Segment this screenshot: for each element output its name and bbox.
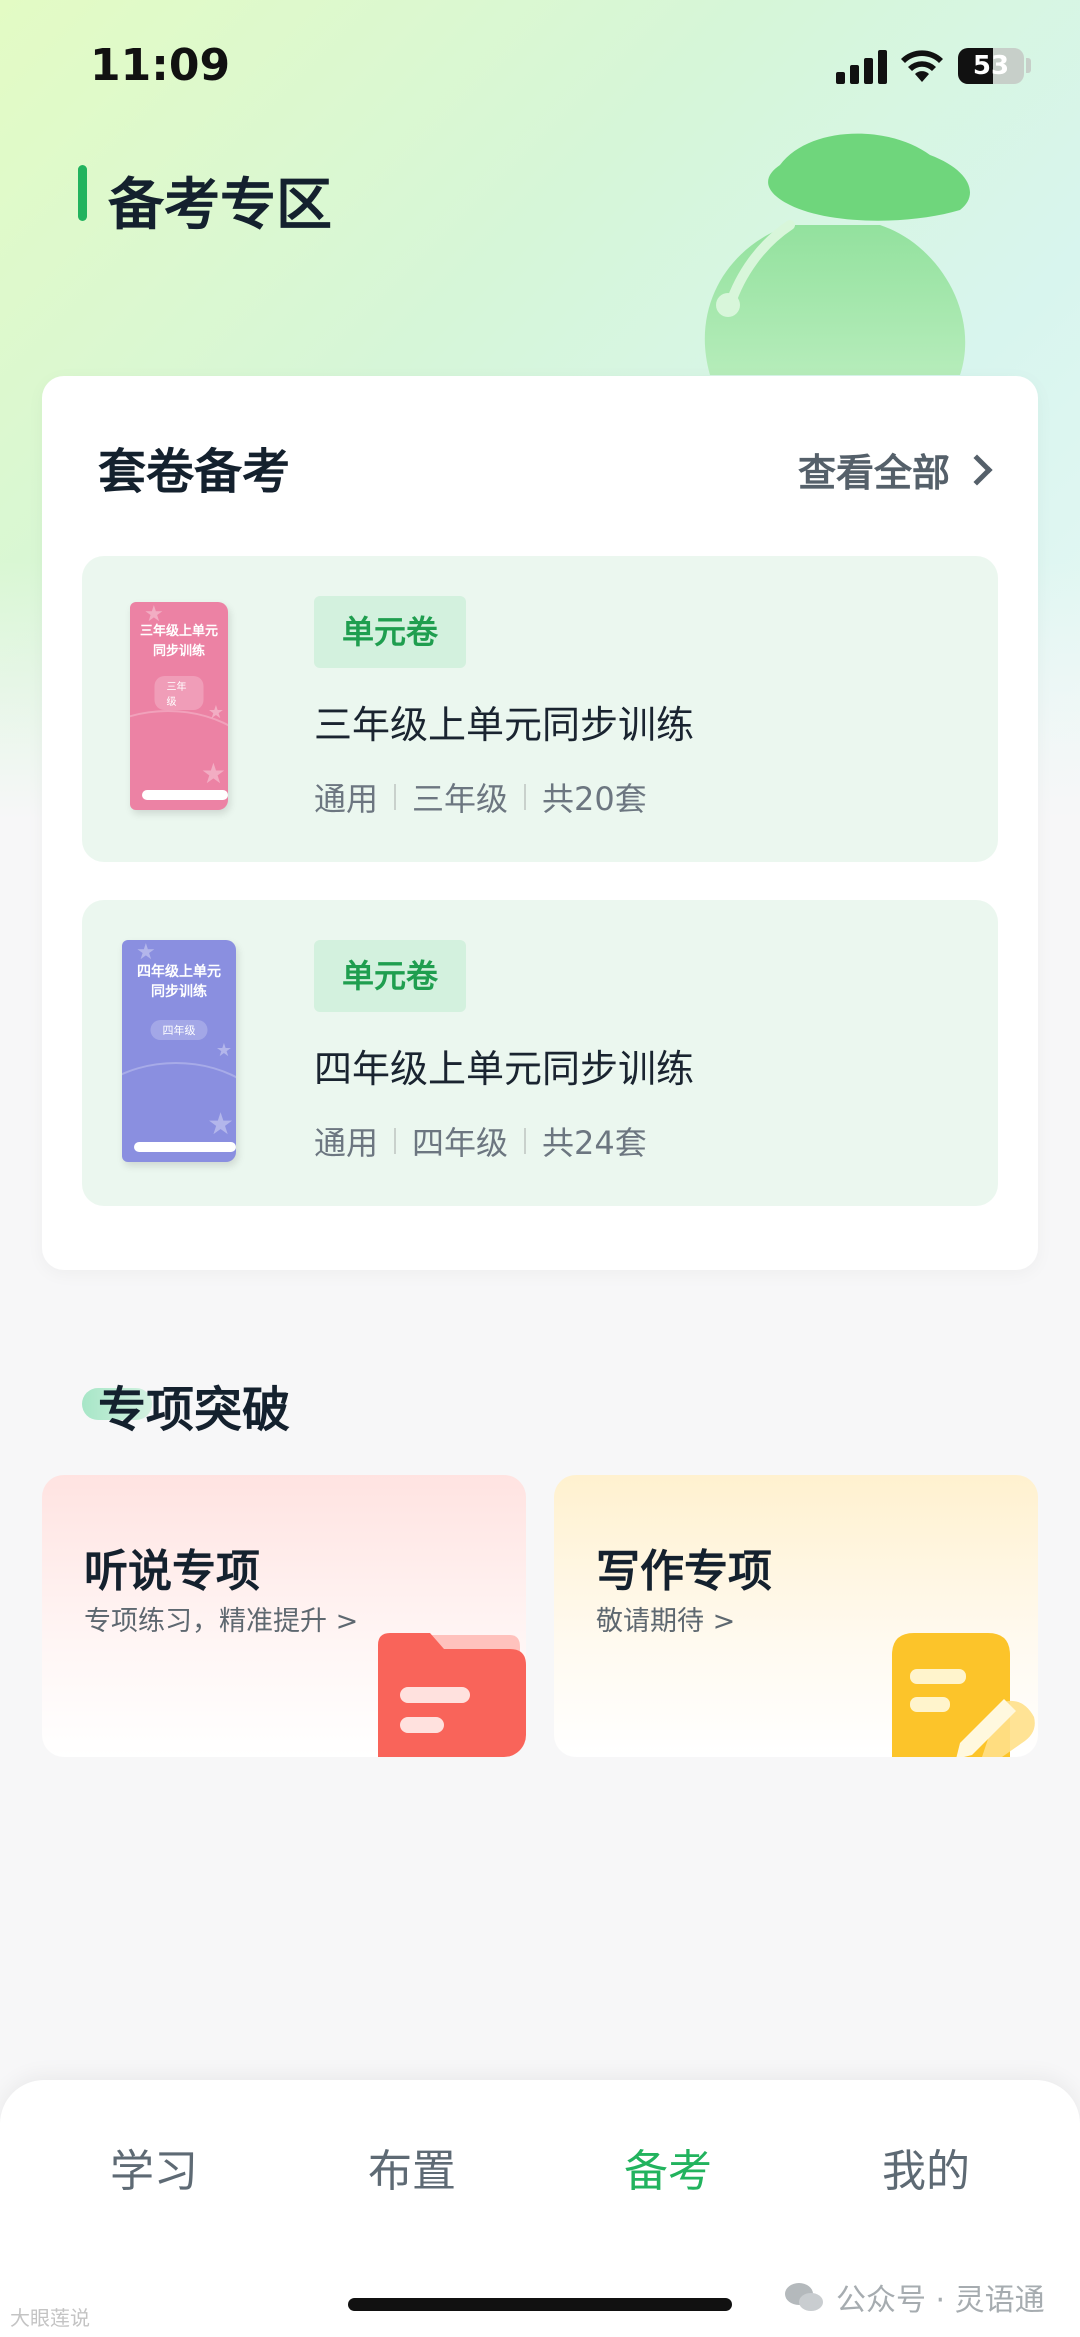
title-accent-bar: [78, 165, 87, 221]
watermark-right: 公众号 · 灵语通: [784, 2275, 1045, 2319]
star-icon: ★: [215, 1040, 232, 1061]
cover-title: 三年级上单元同步训练: [140, 624, 219, 659]
exam-item-meta: 通用 三年级 共20套: [314, 774, 647, 820]
wechat-icon: [785, 2283, 823, 2311]
card-subtitle: 专项练习，精准提升 >: [84, 1606, 359, 1637]
meta-grade: 四年级: [412, 1124, 509, 1162]
exam-item-grade3[interactable]: ★ ★ ★ 三年级上单元同步训练 三年级 单元卷 三年级上单元同步训练 通用 三…: [82, 556, 998, 862]
page-title: 备考专区: [108, 173, 332, 238]
home-indicator[interactable]: [348, 2298, 732, 2311]
watermark-left: 大眼莲说: [10, 2306, 90, 2330]
meta-divider: [524, 784, 527, 810]
exam-item-title: 四年级上单元同步训练: [314, 1047, 695, 1091]
star-icon: ★: [207, 702, 224, 723]
special-section-title-text: 专项突破: [98, 1382, 291, 1438]
cover-grade: 四年级: [150, 1020, 208, 1040]
note-pencil-icon: [892, 1633, 1035, 1757]
book-cover-grade3: ★ ★ ★ 三年级上单元同步训练 三年级: [130, 602, 228, 810]
meta-scope: 通用: [314, 780, 379, 818]
unit-paper-badge: 单元卷: [314, 940, 467, 1012]
exam-item-grade4[interactable]: ★ ★ ★ 四年级上单元同步训练 四年级 单元卷 四年级上单元同步训练 通用 四…: [82, 900, 998, 1206]
exam-section-title: 套卷备考: [82, 432, 291, 502]
star-icon: ★: [200, 757, 226, 790]
card-subtitle: 敬请期待 >: [596, 1606, 736, 1637]
tab-mine[interactable]: 我的: [806, 2135, 1046, 2199]
star-icon: ★: [207, 1107, 234, 1142]
cover-bottom-line: [142, 790, 228, 800]
battery-tip: [1026, 58, 1031, 73]
chevron-right-icon: [961, 453, 993, 486]
meta-grade: 三年级: [412, 780, 509, 818]
meta-count: 共20套: [542, 780, 647, 818]
meta-count: 共24套: [542, 1124, 647, 1162]
special-section-title: 专项突破: [82, 1370, 291, 1440]
meta-divider: [524, 1128, 527, 1154]
folder-icon: [378, 1633, 526, 1757]
watermark-right-text: 公众号 · 灵语通: [836, 2283, 1045, 2318]
tab-study[interactable]: 学习: [34, 2135, 274, 2199]
writing-card[interactable]: 写作专项 敬请期待 >: [554, 1475, 1038, 1757]
cover-title: 四年级上单元同步训练: [137, 964, 221, 1000]
meta-divider: [394, 1128, 397, 1154]
exam-item-meta: 通用 四年级 共24套: [314, 1118, 647, 1164]
tab-exam-prep[interactable]: 备考: [548, 2135, 788, 2199]
card-title: 写作专项: [596, 1546, 772, 1597]
cellular-signal-icon: [836, 50, 888, 84]
exam-section-title-text: 套卷备考: [98, 444, 291, 500]
view-all-link[interactable]: 查看全部: [797, 442, 993, 497]
card-title: 听说专项: [84, 1546, 260, 1597]
listening-speaking-card[interactable]: 听说专项 专项练习，精准提升 >: [42, 1475, 526, 1757]
meta-scope: 通用: [314, 1124, 379, 1162]
view-all-label: 查看全部: [797, 451, 950, 495]
tab-assign[interactable]: 布置: [292, 2135, 532, 2199]
unit-paper-badge: 单元卷: [314, 596, 467, 668]
battery-icon: 53: [958, 48, 1024, 84]
book-cover-grade4: ★ ★ ★ 四年级上单元同步训练 四年级: [122, 940, 236, 1162]
exam-prep-card: 套卷备考 查看全部 ★ ★ ★ 三年级上单元同步训练 三年级 单元卷 三年级上单…: [42, 376, 1038, 1270]
battery-level: 53: [972, 51, 1010, 81]
cover-grade: 三年级: [154, 676, 204, 710]
status-time: 11:09: [90, 40, 231, 91]
cover-bottom-line: [134, 1142, 236, 1152]
meta-divider: [394, 784, 397, 810]
money-bag-illustration: [704, 133, 970, 375]
wifi-icon: [901, 50, 943, 82]
exam-item-title: 三年级上单元同步训练: [314, 703, 695, 747]
